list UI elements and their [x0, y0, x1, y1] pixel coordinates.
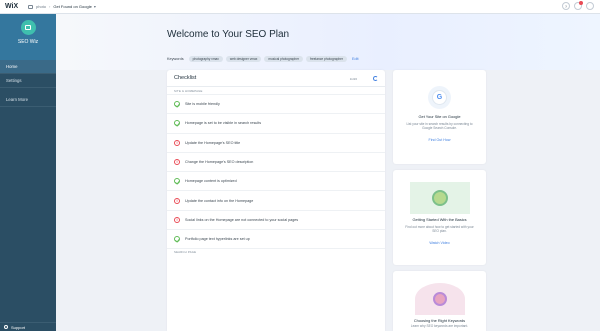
checklist-header: Checklist 11/26: [167, 70, 385, 87]
notification-badge: [579, 1, 583, 5]
site-icon: [28, 4, 33, 9]
support-icon: [4, 325, 8, 329]
checklist-item-text: Homepage is set to be visible in search …: [185, 121, 262, 126]
keyword-chip: web designer vmax: [225, 56, 262, 62]
checklist-item-text: Homepage content is optimized: [185, 179, 237, 184]
notifications-icon[interactable]: [574, 1, 583, 10]
keyword-chip: photography vmax: [188, 56, 223, 62]
sidebar-item-settings[interactable]: Settings: [0, 74, 56, 88]
card-description: Learn why SEO keywords are important.: [410, 324, 469, 328]
checklist-item-text: Update the Homepage's SEO title: [185, 140, 241, 145]
section-header: SITE & HOMEPAGE: [174, 88, 203, 93]
page-title: Welcome to Your SEO Plan: [167, 29, 290, 40]
keywords-row: Keywords photography vmax web designer v…: [167, 56, 359, 62]
google-icon: G: [432, 90, 447, 105]
check-circle-icon: [174, 101, 180, 108]
check-circle-icon: [174, 236, 180, 243]
card-title: Getting Started With the Basics: [412, 217, 467, 222]
checklist-card: Checklist 11/26 SITE & HOMEPAGE Site is …: [167, 70, 385, 331]
checklist-item[interactable]: Portfolio page text hyperlinks are set u…: [167, 229, 385, 248]
warning-circle-icon: [174, 216, 180, 223]
sidebar-brand: SEO Wiz: [0, 14, 56, 60]
edit-keywords-link[interactable]: Edit: [352, 57, 359, 61]
warning-circle-icon: [174, 139, 180, 146]
account-icon[interactable]: [586, 2, 594, 10]
keywords-label: Keywords: [167, 57, 184, 61]
seo-wiz-logo-icon: [20, 20, 36, 35]
sidebar-title: SEO Wiz: [17, 39, 39, 45]
basics-card: Getting Started With the Basics Find out…: [393, 170, 486, 265]
page-dropdown-caret[interactable]: ▾: [94, 4, 96, 9]
warning-circle-icon: [174, 197, 180, 204]
support-button[interactable]: Support: [0, 322, 56, 331]
keywords-card: Choosing the Right Keywords Learn why SE…: [393, 271, 486, 331]
card-description: List your site in search results by conn…: [406, 122, 473, 131]
sidebar-item-learn-more[interactable]: Learn More: [0, 93, 56, 107]
checklist-title: Checklist: [174, 75, 197, 81]
wix-logo[interactable]: WiX: [5, 3, 25, 10]
card-title: Choosing the Right Keywords: [413, 318, 466, 323]
checklist-item[interactable]: Update the Homepage's SEO title: [167, 132, 385, 152]
check-circle-icon: [174, 178, 180, 185]
keyword-chip: musical photographer: [264, 56, 304, 62]
support-label: Support: [11, 324, 26, 330]
site-name[interactable]: photo: [36, 4, 46, 9]
topbar-actions: ?: [562, 1, 594, 10]
section-header: SEARCH PAGE: [167, 248, 385, 255]
checklist-item[interactable]: Homepage is set to be visible in search …: [167, 113, 385, 132]
basics-illustration-icon: [409, 182, 470, 214]
refresh-icon[interactable]: [373, 76, 378, 81]
checklist-item[interactable]: Update the contact info on the Homepage: [167, 190, 385, 209]
find-out-how-link[interactable]: Find Out How: [429, 138, 451, 142]
sidebar: SEO Wiz Home Settings Learn More Support: [0, 14, 56, 331]
checklist-item[interactable]: Social links on the Homepage are not con…: [167, 209, 385, 229]
top-bar: WiX photo › Get Found on Google ▾ ?: [0, 0, 600, 14]
checklist-item-text: Change the Homepage's SEO description: [185, 160, 254, 165]
check-circle-icon: [174, 120, 180, 127]
checklist-item-text: Site is mobile friendly: [185, 102, 220, 107]
page-header: Welcome to Your SEO Plan Keywords photog…: [56, 14, 600, 70]
keyword-chip: freelance photographer: [306, 56, 347, 62]
checklist-item-text: Portfolio page text hyperlinks are set u…: [185, 237, 250, 242]
help-icon[interactable]: ?: [562, 2, 570, 10]
card-description: Find out more about how to get started w…: [405, 225, 474, 234]
sidebar-item-home[interactable]: Home: [0, 60, 56, 74]
checklist-progress-count: 11/26: [349, 77, 357, 81]
checklist-item[interactable]: Site is mobile friendly: [167, 94, 385, 113]
checklist-item-text: Update the contact info on the Homepage: [185, 198, 254, 203]
google-card: G Get Your Site on Google List your site…: [393, 70, 486, 164]
breadcrumb-separator: ›: [49, 4, 51, 9]
checklist-item[interactable]: Homepage content is optimized: [167, 171, 385, 190]
checklist-item[interactable]: Change the Homepage's SEO description: [167, 151, 385, 171]
keywords-illustration-icon: [414, 283, 465, 315]
checklist-item-text: Social links on the Homepage are not con…: [185, 217, 299, 222]
card-title: Get Your Site on Google: [418, 114, 461, 119]
warning-circle-icon: [174, 159, 180, 166]
watch-video-link[interactable]: Watch Video: [429, 241, 449, 245]
page-title-breadcrumb[interactable]: Get Found on Google: [53, 4, 91, 9]
